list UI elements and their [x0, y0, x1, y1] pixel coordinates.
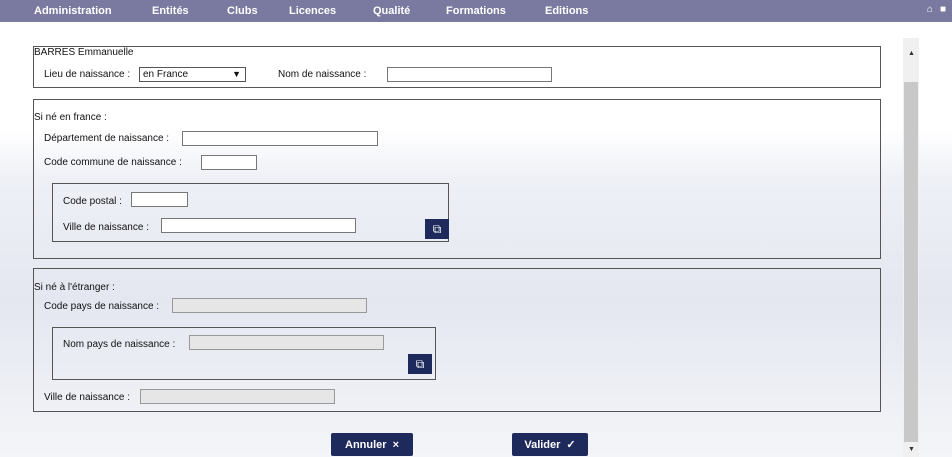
nom-naissance-label: Nom de naissance : — [278, 69, 367, 80]
ville-france-input[interactable] — [161, 218, 356, 233]
code-postal-label: Code postal : — [63, 196, 122, 207]
annuler-label: Annuler — [345, 438, 387, 451]
binoculars-search-icon[interactable]: ⧉ — [425, 219, 449, 239]
code-postal-input[interactable] — [131, 192, 188, 207]
close-icon: × — [392, 438, 399, 451]
ville-france-label: Ville de naissance : — [63, 222, 149, 233]
lock-icon[interactable]: ■ — [940, 4, 946, 15]
code-pays-input[interactable] — [172, 298, 367, 313]
scroll-down-icon[interactable]: ▼ — [908, 446, 915, 453]
menu-item-editions[interactable]: Editions — [545, 5, 588, 17]
departement-input[interactable] — [182, 131, 378, 146]
nom-pays-label: Nom pays de naissance : — [63, 339, 176, 350]
menu-item-administration[interactable]: Administration — [34, 5, 112, 17]
menu-item-licences[interactable]: Licences — [289, 5, 336, 17]
lieu-naissance-label: Lieu de naissance : — [44, 69, 131, 80]
valider-button[interactable]: Valider ✓ — [512, 433, 588, 456]
menu-item-entites[interactable]: Entités — [152, 5, 189, 17]
lieu-naissance-select[interactable]: en France ▼ — [139, 67, 246, 82]
nom-naissance-input[interactable] — [387, 67, 552, 82]
binoculars-search-icon[interactable]: ⧉ — [408, 354, 432, 374]
code-pays-label: Code pays de naissance : — [44, 301, 160, 312]
menu-item-formations[interactable]: Formations — [446, 5, 506, 17]
top-menu-bar: Administration Entités Clubs Licences Qu… — [0, 0, 952, 22]
person-name: BARRES Emmanuelle — [34, 47, 134, 58]
check-icon: ✓ — [566, 439, 576, 451]
lieu-naissance-value: en France — [143, 69, 189, 80]
ville-etranger-label: Ville de naissance : — [44, 392, 130, 403]
france-heading: Si né en france : — [34, 112, 107, 123]
code-commune-input[interactable] — [201, 155, 257, 170]
ville-etranger-input[interactable] — [140, 389, 335, 404]
departement-label: Département de naissance : — [44, 133, 170, 144]
scroll-up-icon[interactable]: ▲ — [908, 50, 915, 57]
code-commune-label: Code commune de naissance : — [44, 157, 182, 168]
etranger-heading: Si né à l'étranger : — [34, 282, 115, 293]
scrollbar-thumb[interactable] — [904, 82, 918, 442]
menu-item-qualite[interactable]: Qualité — [373, 5, 410, 17]
nom-pays-input[interactable] — [189, 335, 384, 350]
annuler-button[interactable]: Annuler × — [331, 433, 413, 456]
france-ville-subsection — [52, 183, 449, 242]
home-icon[interactable]: ⌂ — [927, 4, 933, 15]
valider-label: Valider — [524, 438, 561, 451]
chevron-down-icon: ▼ — [232, 69, 241, 79]
menu-item-clubs[interactable]: Clubs — [227, 5, 258, 17]
